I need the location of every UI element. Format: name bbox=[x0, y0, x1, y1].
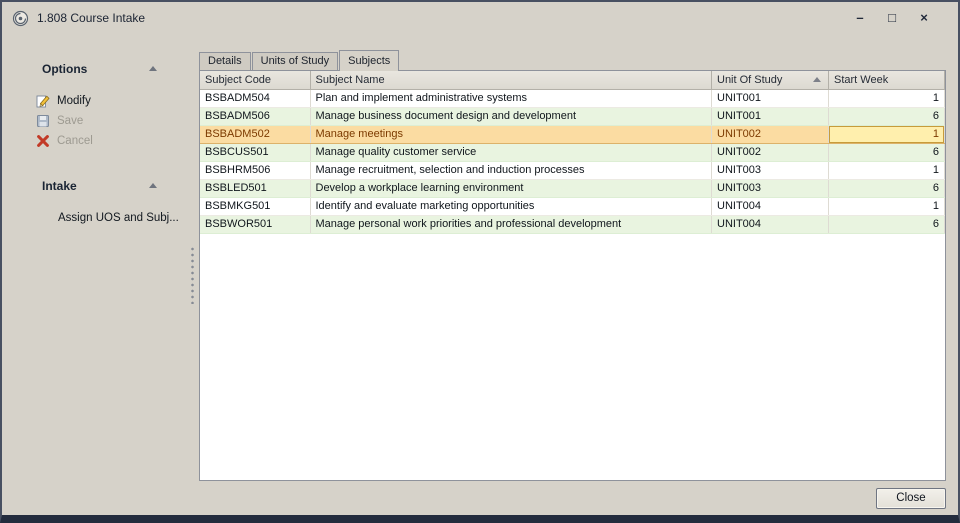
cell-subject-name[interactable]: Develop a workplace learning environment bbox=[310, 179, 712, 197]
window-controls: – □ × bbox=[844, 7, 948, 29]
options-group-label: Options bbox=[42, 62, 87, 76]
titlebar: 1.808 Course Intake – □ × bbox=[2, 2, 958, 34]
subjects-grid: Subject Code Subject Name Unit Of Study … bbox=[200, 71, 945, 234]
sidebar-spacer bbox=[2, 151, 185, 177]
cell-subject-code[interactable]: BSBMKG501 bbox=[200, 197, 310, 215]
table-row[interactable]: BSBADM504Plan and implement administrati… bbox=[200, 89, 945, 107]
tabstrip: Details Units of Study Subjects bbox=[199, 50, 946, 70]
main-content: Details Units of Study Subjects Subject … bbox=[199, 34, 958, 515]
cell-unit-of-study[interactable]: UNIT004 bbox=[712, 215, 829, 233]
column-header-label: Start Week bbox=[834, 74, 888, 86]
collapse-arrow-icon bbox=[149, 183, 157, 188]
cancel-icon bbox=[35, 134, 50, 149]
window-body: Options Modify bbox=[2, 34, 958, 515]
cell-subject-name[interactable]: Manage business document design and deve… bbox=[310, 107, 712, 125]
minimize-button[interactable]: – bbox=[844, 7, 876, 29]
cell-start-week[interactable]: 1 bbox=[829, 89, 945, 107]
table-row[interactable]: BSBADM502Manage meetingsUNIT0021 bbox=[200, 125, 945, 143]
cell-start-week[interactable]: 6 bbox=[829, 179, 945, 197]
maximize-button[interactable]: □ bbox=[876, 7, 908, 29]
cell-start-week[interactable]: 1 bbox=[829, 161, 945, 179]
cell-start-week[interactable]: 1 bbox=[829, 125, 945, 143]
subjects-panel: Subject Code Subject Name Unit Of Study … bbox=[199, 70, 946, 481]
cell-start-week[interactable]: 6 bbox=[829, 215, 945, 233]
cell-subject-name[interactable]: Manage personal work priorities and prof… bbox=[310, 215, 712, 233]
cell-subject-code[interactable]: BSBCUS501 bbox=[200, 143, 310, 161]
sidebar-item-modify[interactable]: Modify bbox=[2, 91, 185, 111]
grid-body: BSBADM504Plan and implement administrati… bbox=[200, 89, 945, 233]
intake-group-label: Intake bbox=[42, 179, 77, 193]
sidebar-item-label: Assign UOS and Subj... bbox=[58, 212, 179, 224]
cell-subject-code[interactable]: BSBHRM506 bbox=[200, 161, 310, 179]
cell-unit-of-study[interactable]: UNIT001 bbox=[712, 107, 829, 125]
table-row[interactable]: BSBLED501Develop a workplace learning en… bbox=[200, 179, 945, 197]
cell-unit-of-study[interactable]: UNIT002 bbox=[712, 143, 829, 161]
cell-subject-name[interactable]: Identify and evaluate marketing opportun… bbox=[310, 197, 712, 215]
intake-group-header[interactable]: Intake bbox=[2, 177, 185, 195]
column-header-start-week[interactable]: Start Week bbox=[829, 71, 945, 89]
save-icon bbox=[35, 114, 50, 129]
table-row[interactable]: BSBADM506Manage business document design… bbox=[200, 107, 945, 125]
cell-unit-of-study[interactable]: UNIT003 bbox=[712, 161, 829, 179]
close-window-button[interactable]: × bbox=[908, 7, 940, 29]
splitter-grip-icon bbox=[190, 246, 195, 304]
cell-start-week[interactable]: 1 bbox=[829, 197, 945, 215]
edit-icon bbox=[35, 94, 50, 109]
column-header-subject-code[interactable]: Subject Code bbox=[200, 71, 310, 89]
close-button[interactable]: Close bbox=[876, 488, 946, 509]
column-header-label: Subject Code bbox=[205, 74, 271, 86]
tab-subjects[interactable]: Subjects bbox=[339, 50, 399, 71]
app-icon bbox=[12, 10, 29, 27]
tab-units-of-study[interactable]: Units of Study bbox=[252, 52, 338, 70]
cell-subject-code[interactable]: BSBLED501 bbox=[200, 179, 310, 197]
window-title: 1.808 Course Intake bbox=[37, 11, 145, 25]
cell-start-week[interactable]: 6 bbox=[829, 107, 945, 125]
cell-subject-code[interactable]: BSBADM506 bbox=[200, 107, 310, 125]
cell-unit-of-study[interactable]: UNIT004 bbox=[712, 197, 829, 215]
sidebar: Options Modify bbox=[2, 34, 185, 515]
tab-details[interactable]: Details bbox=[199, 52, 251, 70]
cell-subject-name[interactable]: Plan and implement administrative system… bbox=[310, 89, 712, 107]
cell-start-week[interactable]: 6 bbox=[829, 143, 945, 161]
cell-subject-name[interactable]: Manage quality customer service bbox=[310, 143, 712, 161]
cell-subject-code[interactable]: BSBWOR501 bbox=[200, 215, 310, 233]
cell-subject-code[interactable]: BSBADM504 bbox=[200, 89, 310, 107]
cell-subject-name[interactable]: Manage meetings bbox=[310, 125, 712, 143]
sidebar-item-label: Modify bbox=[57, 95, 91, 107]
sidebar-item-cancel[interactable]: Cancel bbox=[2, 131, 185, 151]
cell-unit-of-study[interactable]: UNIT003 bbox=[712, 179, 829, 197]
cell-subject-code[interactable]: BSBADM502 bbox=[200, 125, 310, 143]
column-header-label: Unit Of Study bbox=[717, 74, 782, 86]
cell-unit-of-study[interactable]: UNIT001 bbox=[712, 89, 829, 107]
collapse-arrow-icon bbox=[149, 66, 157, 71]
sidebar-item-label: Cancel bbox=[57, 135, 93, 147]
grid-header-row: Subject Code Subject Name Unit Of Study … bbox=[200, 71, 945, 89]
table-row[interactable]: BSBCUS501Manage quality customer service… bbox=[200, 143, 945, 161]
sidebar-item-assign-uos[interactable]: Assign UOS and Subj... bbox=[2, 208, 185, 228]
course-intake-window: 1.808 Course Intake – □ × Options bbox=[0, 0, 960, 523]
column-header-subject-name[interactable]: Subject Name bbox=[310, 71, 712, 89]
column-header-unit-of-study[interactable]: Unit Of Study bbox=[712, 71, 829, 89]
column-header-label: Subject Name bbox=[316, 74, 385, 86]
cell-subject-name[interactable]: Manage recruitment, selection and induct… bbox=[310, 161, 712, 179]
table-row[interactable]: BSBHRM506Manage recruitment, selection a… bbox=[200, 161, 945, 179]
cell-unit-of-study[interactable]: UNIT002 bbox=[712, 125, 829, 143]
options-group-header[interactable]: Options bbox=[2, 60, 185, 78]
sidebar-item-label: Save bbox=[57, 115, 83, 127]
sidebar-item-save[interactable]: Save bbox=[2, 111, 185, 131]
sidebar-splitter[interactable] bbox=[185, 34, 199, 515]
table-row[interactable]: BSBMKG501Identify and evaluate marketing… bbox=[200, 197, 945, 215]
table-row[interactable]: BSBWOR501Manage personal work priorities… bbox=[200, 215, 945, 233]
footer: Close bbox=[199, 481, 946, 515]
sort-ascending-icon bbox=[813, 77, 821, 82]
